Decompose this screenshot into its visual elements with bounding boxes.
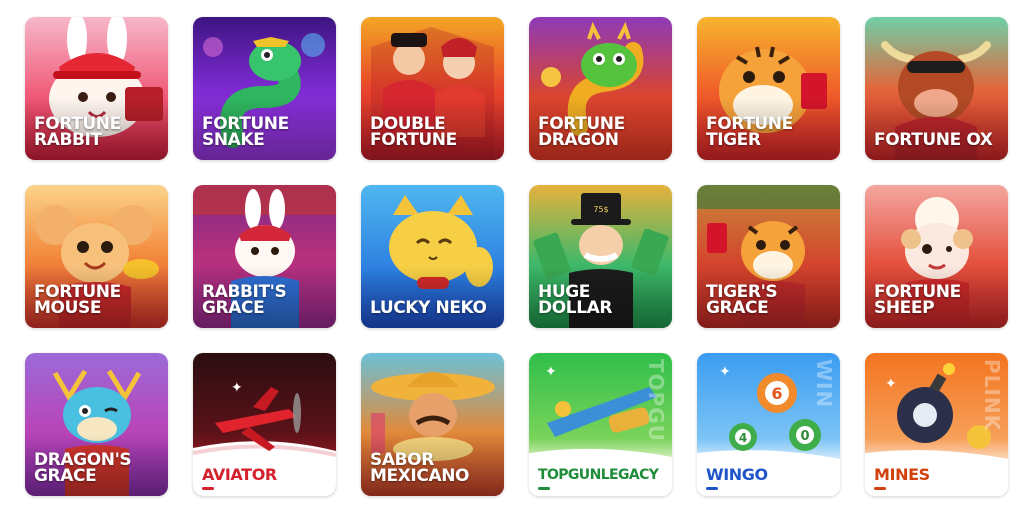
ball-4: 4 (739, 431, 747, 445)
game-title: FORTUNE OX (874, 130, 993, 150)
sparkle-icon: ✦ (545, 364, 557, 380)
game-tile-huge-dollar[interactable]: 75$ HUGE DOLLAR (529, 185, 672, 328)
game-tile-fortune-sheep[interactable]: FORTUNE SHEEP (865, 185, 1008, 328)
game-tile-topgunlegacy[interactable]: ✦ TOPGU TOPGUNLEGACY (529, 353, 672, 496)
game-tile-dragons-grace[interactable]: DRAGON'S GRACE (25, 353, 168, 496)
sparkle-icon: ✦ (719, 364, 731, 380)
game-grid: FORTUNE RABBIT FORTUNE SNAKE DOUBLE FORT… (25, 17, 1008, 496)
game-tile-fortune-rabbit[interactable]: FORTUNE RABBIT (25, 17, 168, 160)
game-title: FORTUNE TIGER (706, 114, 793, 150)
watermark-text: WIN (812, 359, 836, 409)
game-tile-mines[interactable]: ✦ PLINK MINES (865, 353, 1008, 496)
accent-underline (538, 487, 550, 490)
game-title: FORTUNE RABBIT (34, 114, 121, 150)
game-tile-lucky-neko[interactable]: LUCKY NEKO (361, 185, 504, 328)
game-tile-fortune-ox[interactable]: FORTUNE OX (865, 17, 1008, 160)
game-tile-aviator[interactable]: ✦ AVIATOR (193, 353, 336, 496)
game-title: HUGE DOLLAR (538, 282, 613, 318)
game-tile-double-fortune[interactable]: DOUBLE FORTUNE (361, 17, 504, 160)
ball-0: 0 (800, 429, 809, 444)
game-tile-wingo[interactable]: 6 4 0 ✦ WIN WINGO (697, 353, 840, 496)
game-title: FORTUNE SHEEP (874, 282, 961, 318)
game-tile-fortune-tiger[interactable]: FORTUNE TIGER (697, 17, 840, 160)
game-title: RABBIT'S GRACE (202, 282, 287, 318)
game-title: TOPGUNLEGACY (538, 467, 659, 483)
accent-underline (202, 487, 214, 490)
game-title: LUCKY NEKO (370, 298, 487, 318)
game-tile-fortune-dragon[interactable]: FORTUNE DRAGON (529, 17, 672, 160)
game-title: WINGO (706, 465, 768, 484)
game-tile-sabor-mexicano[interactable]: SABOR MEXICANO (361, 353, 504, 496)
sparkle-icon: ✦ (885, 376, 897, 392)
game-title: FORTUNE DRAGON (538, 114, 625, 150)
game-title: AVIATOR (202, 465, 277, 484)
hat-badge: 75$ (593, 205, 608, 214)
game-title: DRAGON'S GRACE (34, 450, 132, 486)
game-title: SABOR MEXICANO (370, 450, 470, 486)
game-title: FORTUNE SNAKE (202, 114, 289, 150)
accent-underline (874, 487, 886, 490)
watermark-text: TOPGU (644, 359, 668, 442)
game-title: MINES (874, 465, 930, 484)
game-tile-fortune-mouse[interactable]: FORTUNE MOUSE (25, 185, 168, 328)
sparkle-icon: ✦ (231, 380, 243, 396)
game-title: FORTUNE MOUSE (34, 282, 121, 318)
game-tile-tigers-grace[interactable]: TIGER'S GRACE (697, 185, 840, 328)
game-title: DOUBLE FORTUNE (370, 114, 457, 150)
accent-underline (706, 487, 718, 490)
ball-6: 6 (771, 384, 782, 403)
game-tile-rabbits-grace[interactable]: RABBIT'S GRACE (193, 185, 336, 328)
game-tile-fortune-snake[interactable]: FORTUNE SNAKE (193, 17, 336, 160)
game-title: TIGER'S GRACE (706, 282, 778, 318)
watermark-text: PLINK (980, 359, 1004, 432)
